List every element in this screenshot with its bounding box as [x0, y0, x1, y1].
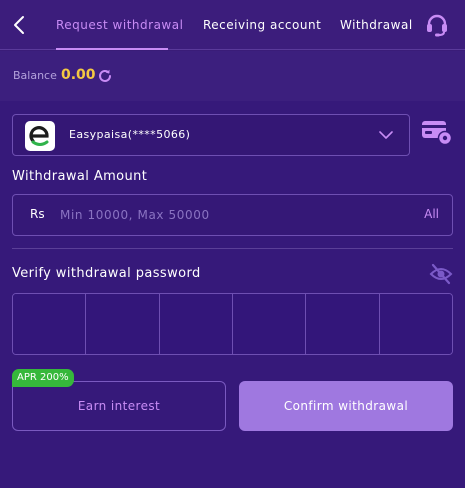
pin-cell[interactable]	[232, 294, 307, 354]
headset-support-icon[interactable]	[424, 12, 450, 38]
withdrawal-form: Easypaisa(****5066) Withdrawal Amount Rs…	[0, 101, 465, 488]
balance-label: Balance	[13, 69, 57, 82]
withdrawal-amount-title: Withdrawal Amount	[12, 169, 148, 184]
easypaisa-logo	[25, 121, 55, 151]
account-name: Easypaisa(****5066)	[69, 128, 191, 141]
amount-input[interactable]	[60, 201, 380, 229]
password-pin-input	[12, 293, 453, 355]
pin-cell[interactable]	[379, 294, 452, 354]
pin-cell[interactable]	[86, 294, 160, 354]
tab-withdrawal[interactable]: Withdrawal	[340, 0, 413, 50]
verify-password-title: Verify withdrawal password	[12, 266, 201, 281]
earn-interest-button[interactable]: Earn interest	[12, 381, 226, 431]
divider	[12, 248, 453, 249]
pin-cell[interactable]	[159, 294, 233, 354]
top-nav-bar: Request withdrawal Receiving account Wit…	[0, 0, 465, 50]
all-amount-button[interactable]: All	[424, 207, 439, 221]
eye-slash-icon[interactable]	[429, 263, 453, 285]
refresh-icon[interactable]	[97, 68, 113, 84]
back-arrow-icon[interactable]	[10, 14, 30, 36]
currency-symbol: Rs	[30, 207, 45, 221]
tab-receiving-account[interactable]: Receiving account	[203, 0, 321, 50]
balance-value: 0.00	[61, 67, 96, 83]
pin-cell[interactable]	[13, 294, 87, 354]
tab-request-withdrawal[interactable]: Request withdrawal	[56, 0, 183, 50]
balance-bar: Balance 0.00	[0, 51, 465, 101]
withdrawal-amount-field: Rs All	[12, 194, 453, 236]
receiving-account-select[interactable]: Easypaisa(****5066)	[12, 114, 410, 156]
bank-card-settings-icon[interactable]	[421, 118, 453, 146]
confirm-withdrawal-button[interactable]: Confirm withdrawal	[239, 381, 453, 431]
pin-cell[interactable]	[306, 294, 380, 354]
apr-badge: APR 200%	[12, 369, 74, 387]
chevron-down-icon	[379, 131, 393, 139]
